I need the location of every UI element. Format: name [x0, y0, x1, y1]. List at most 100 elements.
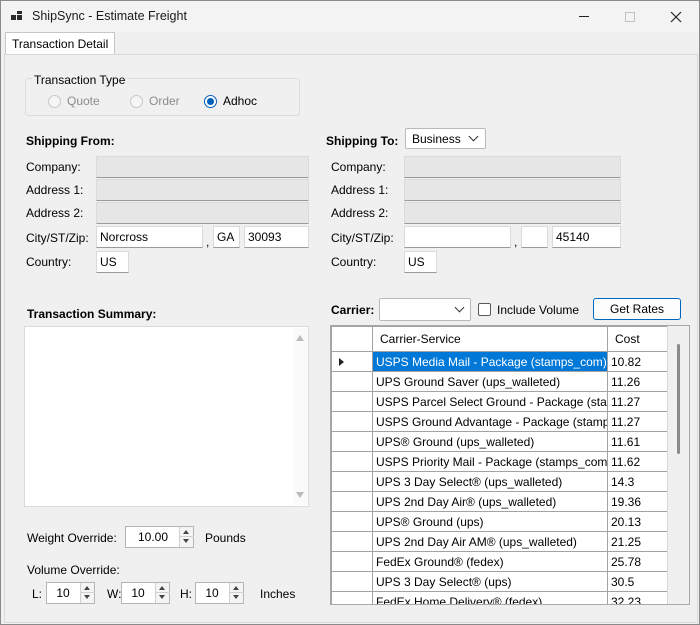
scroll-down-icon[interactable] [296, 492, 304, 498]
table-row[interactable]: FedEx Home Delivery® (fedex) 32.23 [331, 591, 668, 604]
spin-down-icon[interactable] [233, 595, 239, 599]
weight-spinner-buttons[interactable] [179, 527, 194, 547]
carrier-dropdown[interactable] [379, 298, 471, 321]
spin-down-icon[interactable] [159, 595, 165, 599]
spin-down-icon[interactable] [84, 595, 90, 599]
cell-cost[interactable]: 11.61 [607, 431, 668, 452]
rates-scroll-thumb[interactable] [677, 344, 680, 454]
row-header[interactable] [331, 491, 373, 512]
length-spinner-buttons[interactable] [80, 583, 95, 603]
to-state-field[interactable] [521, 226, 548, 248]
column-header-cost[interactable]: Cost [607, 326, 668, 352]
cell-cost[interactable]: 32.23 [607, 591, 668, 604]
table-row[interactable]: UPS® Ground (ups_walleted) 11.61 [331, 431, 668, 452]
row-header[interactable] [331, 531, 373, 552]
to-address1-field[interactable] [404, 179, 621, 201]
cell-carrier-service[interactable]: UPS® Ground (ups_walleted) [372, 431, 608, 452]
to-city-field[interactable] [404, 226, 511, 248]
cell-carrier-service[interactable]: USPS Priority Mail - Package (stamps_com… [372, 451, 608, 472]
row-header[interactable] [331, 411, 373, 432]
get-rates-button[interactable]: Get Rates [593, 298, 681, 320]
to-company-field[interactable] [404, 156, 621, 178]
rates-scrollbar[interactable] [667, 326, 689, 604]
maximize-button[interactable] [607, 1, 653, 32]
table-row[interactable]: UPS 2nd Day Air AM® (ups_walleted) 21.25 [331, 531, 668, 552]
cell-cost[interactable]: 19.36 [607, 491, 668, 512]
cell-carrier-service[interactable]: FedEx Ground® (fedex) [372, 551, 608, 572]
table-row[interactable]: USPS Media Mail - Package (stamps_com) 10… [331, 351, 668, 372]
table-row[interactable]: UPS® Ground (ups) 20.13 [331, 511, 668, 532]
row-header[interactable] [331, 371, 373, 392]
rates-grid[interactable]: Carrier-Service Cost USPS Media Mail - P… [330, 325, 690, 605]
cell-cost[interactable]: 21.25 [607, 531, 668, 552]
cell-cost[interactable]: 20.13 [607, 511, 668, 532]
spin-down-icon[interactable] [183, 539, 189, 543]
close-button[interactable] [653, 1, 699, 32]
row-header[interactable] [331, 391, 373, 412]
table-row[interactable]: USPS Parcel Select Ground - Package (sta… [331, 391, 668, 412]
from-city-field[interactable]: Norcross [96, 226, 203, 248]
table-row[interactable]: UPS 3 Day Select® (ups) 30.5 [331, 571, 668, 592]
row-header[interactable] [331, 551, 373, 572]
row-header[interactable] [331, 431, 373, 452]
from-country-field[interactable]: US [96, 251, 129, 273]
radio-order[interactable]: Order [130, 94, 180, 108]
cell-carrier-service[interactable]: USPS Ground Advantage - Package (stamps_… [372, 411, 608, 432]
cell-carrier-service[interactable]: USPS Media Mail - Package (stamps_com) [372, 351, 608, 372]
radio-quote[interactable]: Quote [48, 94, 100, 108]
spin-up-icon[interactable] [159, 586, 165, 590]
table-row[interactable]: UPS 3 Day Select® (ups_walleted) 14.3 [331, 471, 668, 492]
row-header[interactable] [331, 471, 373, 492]
from-address2-field[interactable] [96, 202, 309, 224]
height-spinner-buttons[interactable] [229, 583, 244, 603]
from-zip-field[interactable]: 30093 [244, 226, 309, 248]
cell-carrier-service[interactable]: USPS Parcel Select Ground - Package (sta… [372, 391, 608, 412]
weight-spinner[interactable]: 10.00 [125, 526, 194, 548]
cell-cost[interactable]: 11.62 [607, 451, 668, 472]
cell-cost[interactable]: 11.26 [607, 371, 668, 392]
cell-cost[interactable]: 30.5 [607, 571, 668, 592]
column-header-carrier-service[interactable]: Carrier-Service [372, 326, 608, 352]
cell-cost[interactable]: 11.27 [607, 411, 668, 432]
cell-cost[interactable]: 25.78 [607, 551, 668, 572]
summary-scrollbar[interactable] [293, 328, 307, 505]
from-company-field[interactable] [96, 156, 309, 178]
summary-textarea[interactable] [24, 326, 309, 507]
minimize-button[interactable] [561, 1, 607, 32]
from-address1-field[interactable] [96, 179, 309, 201]
to-address2-field[interactable] [404, 202, 621, 224]
table-row[interactable]: USPS Priority Mail - Package (stamps_com… [331, 451, 668, 472]
cell-carrier-service[interactable]: FedEx Home Delivery® (fedex) [372, 591, 608, 604]
table-row[interactable]: UPS Ground Saver (ups_walleted) 11.26 [331, 371, 668, 392]
cell-carrier-service[interactable]: UPS 3 Day Select® (ups_walleted) [372, 471, 608, 492]
width-spinner-buttons[interactable] [155, 583, 170, 603]
cell-cost[interactable]: 11.27 [607, 391, 668, 412]
length-spinner[interactable]: 10 [46, 582, 95, 604]
radio-adhoc[interactable]: Adhoc [204, 94, 257, 108]
tab-transaction-detail[interactable]: Transaction Detail [5, 32, 116, 55]
height-spinner[interactable]: 10 [195, 582, 244, 604]
cell-carrier-service[interactable]: UPS 2nd Day Air® (ups_walleted) [372, 491, 608, 512]
row-header[interactable] [331, 451, 373, 472]
scroll-up-icon[interactable] [296, 335, 304, 341]
row-header[interactable] [331, 351, 373, 372]
spin-up-icon[interactable] [233, 586, 239, 590]
cell-cost[interactable]: 14.3 [607, 471, 668, 492]
cell-carrier-service[interactable]: UPS Ground Saver (ups_walleted) [372, 371, 608, 392]
from-state-field[interactable]: GA [213, 226, 240, 248]
table-row[interactable]: USPS Ground Advantage - Package (stamps_… [331, 411, 668, 432]
row-header[interactable] [331, 591, 373, 604]
to-zip-field[interactable]: 45140 [552, 226, 621, 248]
cell-carrier-service[interactable]: UPS 3 Day Select® (ups) [372, 571, 608, 592]
row-header[interactable] [331, 571, 373, 592]
to-country-field[interactable]: US [404, 251, 437, 273]
spin-up-icon[interactable] [183, 530, 189, 534]
table-row[interactable]: UPS 2nd Day Air® (ups_walleted) 19.36 [331, 491, 668, 512]
table-row[interactable]: FedEx Ground® (fedex) 25.78 [331, 551, 668, 572]
shipping-to-type-dropdown[interactable]: Business [405, 128, 486, 149]
cell-carrier-service[interactable]: UPS® Ground (ups) [372, 511, 608, 532]
include-volume-checkbox[interactable] [478, 303, 491, 316]
row-header[interactable] [331, 511, 373, 532]
width-spinner[interactable]: 10 [121, 582, 170, 604]
cell-carrier-service[interactable]: UPS 2nd Day Air AM® (ups_walleted) [372, 531, 608, 552]
